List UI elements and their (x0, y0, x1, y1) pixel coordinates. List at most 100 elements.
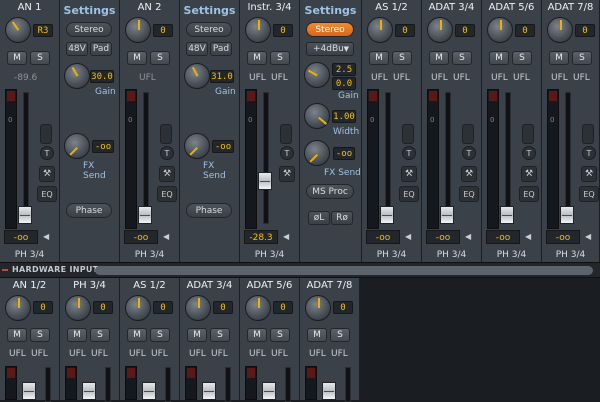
fader-track[interactable] (143, 92, 149, 224)
fader-track[interactable] (263, 92, 269, 224)
mute-button[interactable]: M (127, 328, 147, 342)
settings-wrench-icon[interactable]: ⚒ (159, 166, 175, 182)
fx-send-knob[interactable] (304, 140, 330, 166)
collapse-arrow-icon[interactable]: ◀ (525, 232, 531, 241)
fader-value[interactable]: -oo (426, 230, 460, 244)
fader-value[interactable]: -oo (486, 230, 520, 244)
collapse-arrow-icon[interactable]: ◀ (405, 232, 411, 241)
collapse-arrow-icon[interactable]: ◀ (283, 232, 289, 241)
pan-value[interactable]: 0 (395, 24, 415, 37)
collapse-marker-icon[interactable] (2, 269, 8, 271)
solo-button[interactable]: S (512, 51, 532, 65)
gain-value[interactable]: 30.0 (90, 70, 114, 83)
mute-button[interactable]: M (247, 328, 267, 342)
fader-track[interactable] (23, 92, 29, 224)
mute-button[interactable]: M (489, 51, 509, 65)
fader-cap[interactable] (500, 206, 514, 224)
solo-button[interactable]: S (452, 51, 472, 65)
fader-track[interactable] (45, 367, 51, 402)
fader-cap[interactable] (18, 206, 32, 224)
collapse-arrow-icon[interactable]: ◀ (163, 232, 169, 241)
solo-button[interactable]: S (30, 328, 50, 342)
fader-cap[interactable] (258, 172, 272, 190)
mute-button[interactable]: M (549, 51, 569, 65)
fader-cap[interactable] (22, 382, 36, 400)
pan-knob[interactable] (547, 17, 573, 43)
pan-value[interactable]: 0 (333, 301, 353, 314)
settings-wrench-icon[interactable]: ⚒ (581, 166, 597, 182)
solo-button[interactable]: S (210, 328, 230, 342)
solo-button[interactable]: S (30, 51, 50, 65)
settings-wrench-icon[interactable]: ⚒ (461, 166, 477, 182)
fader-value[interactable]: -28.3 (244, 230, 278, 244)
phase-right-button[interactable]: Rø (331, 211, 353, 225)
fx-knob-mini[interactable] (462, 124, 474, 144)
pan-value[interactable]: 0 (33, 301, 53, 314)
stereo-button[interactable]: Stereo (186, 22, 232, 37)
settings-wrench-icon[interactable]: ⚒ (401, 166, 417, 182)
routing-label[interactable]: PH 3/4 (482, 250, 541, 260)
pan-value[interactable]: 0 (213, 301, 233, 314)
eq-button[interactable]: EQ (579, 186, 599, 202)
fader-track[interactable] (445, 92, 451, 224)
phase-button[interactable]: Phase (66, 203, 112, 218)
pan-value[interactable]: 0 (153, 301, 173, 314)
gain-knob[interactable] (184, 63, 210, 89)
mute-button[interactable]: M (67, 328, 87, 342)
fader-cap[interactable] (202, 382, 216, 400)
fader-cap[interactable] (560, 206, 574, 224)
mute-button[interactable]: M (369, 51, 389, 65)
talkback-button[interactable]: T (582, 146, 596, 160)
pan-value[interactable]: 0 (153, 24, 173, 37)
talkback-button[interactable]: T (160, 146, 174, 160)
eq-button[interactable]: EQ (399, 186, 419, 202)
fader-cap[interactable] (82, 382, 96, 400)
pan-knob[interactable] (125, 295, 151, 321)
fx-knob-mini[interactable] (582, 124, 594, 144)
solo-button[interactable]: S (572, 51, 592, 65)
pan-value[interactable]: R3 (33, 24, 53, 37)
settings-wrench-icon[interactable]: ⚒ (39, 166, 55, 182)
settings-wrench-icon[interactable]: ⚒ (521, 166, 537, 182)
pan-knob[interactable] (185, 295, 211, 321)
fx-knob-mini[interactable] (160, 124, 172, 144)
fader-cap[interactable] (322, 382, 336, 400)
fx-knob-mini[interactable] (40, 124, 52, 144)
level-select[interactable]: +4dBu ▼ (306, 42, 354, 56)
stereo-button[interactable]: Stereo (66, 22, 112, 37)
fader-cap[interactable] (262, 382, 276, 400)
routing-label[interactable]: PH 3/4 (362, 250, 421, 260)
mute-button[interactable]: M (187, 328, 207, 342)
pan-value[interactable]: 0 (273, 24, 293, 37)
solo-button[interactable]: S (392, 51, 412, 65)
ms-proc-button[interactable]: MS Proc (306, 184, 354, 199)
pan-knob[interactable] (427, 17, 453, 43)
pan-knob[interactable] (125, 17, 151, 43)
eq-button[interactable]: EQ (37, 186, 57, 202)
pan-knob[interactable] (367, 17, 393, 43)
fx-send-value[interactable]: -oo (92, 140, 114, 153)
width-knob[interactable] (304, 103, 330, 129)
fx-knob-mini[interactable] (402, 124, 414, 144)
gain-knob[interactable] (304, 62, 330, 88)
fx-knob-mini[interactable] (522, 124, 534, 144)
fader-cap[interactable] (142, 382, 156, 400)
fader-cap[interactable] (440, 206, 454, 224)
pan-value[interactable]: 0 (575, 24, 595, 37)
pan-knob[interactable] (245, 295, 271, 321)
settings-wrench-icon[interactable]: ⚒ (279, 166, 295, 182)
gain-right-value[interactable]: 0.0 (332, 77, 356, 90)
phase-button[interactable]: Phase (186, 203, 232, 218)
talkback-button[interactable]: T (522, 146, 536, 160)
fader-track[interactable] (385, 92, 391, 224)
pan-knob[interactable] (487, 17, 513, 43)
fx-send-knob[interactable] (64, 133, 90, 159)
gain-knob[interactable] (64, 63, 90, 89)
fader-track[interactable] (105, 367, 111, 402)
routing-label[interactable]: PH 3/4 (0, 250, 59, 260)
mute-button[interactable]: M (7, 51, 27, 65)
solo-button[interactable]: S (150, 328, 170, 342)
pan-knob[interactable] (245, 17, 271, 43)
pan-knob[interactable] (305, 295, 331, 321)
pan-value[interactable]: 0 (455, 24, 475, 37)
